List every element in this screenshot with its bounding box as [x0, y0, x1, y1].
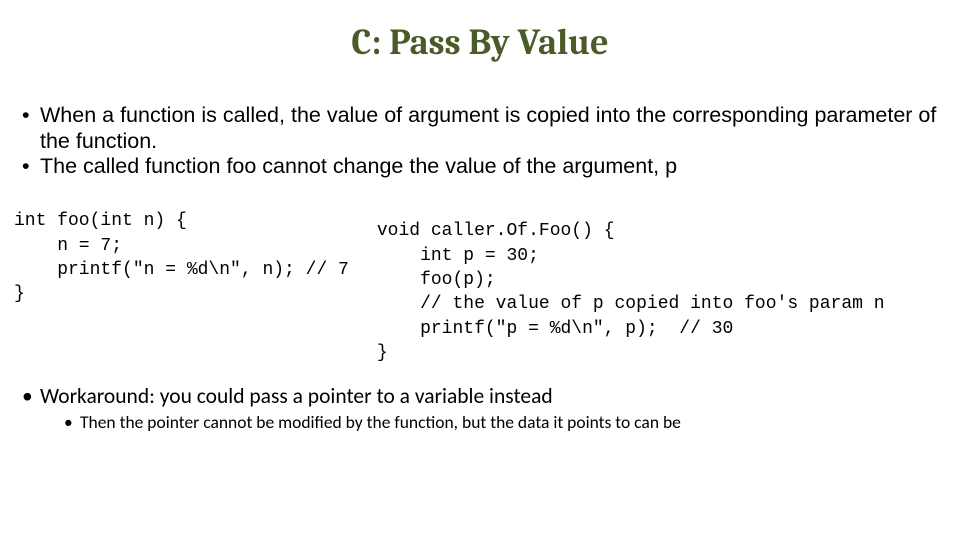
bullet-list-bottom: Workaround: you could pass a pointer to …	[14, 383, 946, 434]
bullet-list-top: When a function is called, the value of …	[14, 103, 946, 179]
bullet-item: Workaround: you could pass a pointer to …	[22, 383, 946, 434]
code-block-left: int foo(int n) { n = 7; printf("n = %d\n…	[14, 209, 349, 306]
bullet-item: The called function foo cannot change th…	[22, 154, 946, 179]
sub-bullet-list: Then the pointer cannot be modified by t…	[40, 412, 946, 434]
sub-bullet-item: Then the pointer cannot be modified by t…	[64, 412, 946, 434]
bullet-item: When a function is called, the value of …	[22, 103, 946, 154]
code-row: int foo(int n) { n = 7; printf("n = %d\n…	[14, 209, 946, 365]
bullet-text: Workaround: you could pass a pointer to …	[40, 383, 553, 409]
slide: C: Pass By Value When a function is call…	[0, 0, 960, 540]
slide-title: C: Pass By Value	[14, 22, 946, 63]
code-block-right: void caller.Of.Foo() { int p = 30; foo(p…	[349, 209, 885, 365]
